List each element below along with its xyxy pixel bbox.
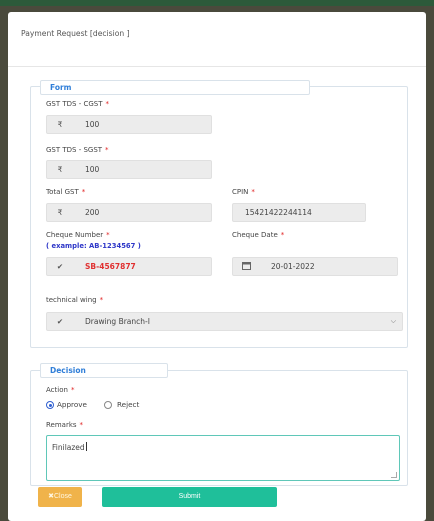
chevron-down-icon: ⌵ xyxy=(390,317,396,325)
gst-cgst-input[interactable]: ₹ 100 xyxy=(46,115,212,134)
cpin-label: CPIN * xyxy=(232,188,255,196)
check-icon: ✔ xyxy=(56,262,64,271)
rupee-icon: ₹ xyxy=(57,165,63,174)
gst-sgst-input[interactable]: ₹ 100 xyxy=(46,160,212,179)
check-icon: ✔ xyxy=(56,317,64,326)
page-backdrop xyxy=(0,0,434,6)
remarks-value: Finilazed xyxy=(52,443,85,452)
action-label: Action * xyxy=(46,386,75,394)
gst-sgst-label: GST TDS - SGST * xyxy=(46,146,109,154)
modal-title: Payment Request [decision ] xyxy=(21,29,130,38)
modal-header-divider xyxy=(8,66,426,67)
technical-wing-select[interactable]: ✔ Drawing Branch-I ⌵ xyxy=(46,312,403,331)
resize-handle[interactable] xyxy=(391,472,397,478)
cheque-date-label: Cheque Date * xyxy=(232,231,285,239)
form-legend: Form xyxy=(40,80,310,95)
close-button[interactable]: ✖Close xyxy=(38,487,82,507)
total-gst-label: Total GST * xyxy=(46,188,86,196)
reject-label: Reject xyxy=(117,400,140,409)
total-gst-input[interactable]: ₹ 200 xyxy=(46,203,212,222)
total-gst-value: 200 xyxy=(85,208,100,217)
gst-sgst-value: 100 xyxy=(85,165,100,174)
cheque-number-label: Cheque Number * xyxy=(46,231,110,239)
cheque-date-value: 20-01-2022 xyxy=(271,262,315,271)
technical-wing-value: Drawing Branch-I xyxy=(85,317,150,326)
remarks-textarea[interactable]: Finilazed xyxy=(46,435,400,481)
cheque-date-input[interactable]: 20-01-2022 xyxy=(232,257,398,276)
cheque-number-input[interactable]: ✔ SB-4567877 xyxy=(46,257,212,276)
approve-radio[interactable] xyxy=(46,401,54,409)
cpin-input[interactable]: 15421422244114 xyxy=(232,203,366,222)
reject-radio[interactable] xyxy=(104,401,112,409)
calendar-icon xyxy=(233,258,259,275)
technical-wing-label: technical wing * xyxy=(46,296,104,304)
cheque-number-hint: ( example: AB-1234567 ) xyxy=(46,242,141,250)
gst-cgst-value: 100 xyxy=(85,120,100,129)
gst-cgst-label: GST TDS - CGST * xyxy=(46,100,109,108)
approve-label: Approve xyxy=(57,400,87,409)
submit-button[interactable]: Submit xyxy=(102,487,277,507)
text-caret xyxy=(85,442,87,451)
cheque-number-value: SB-4567877 xyxy=(85,262,136,271)
remarks-label: Remarks * xyxy=(46,421,84,429)
rupee-icon: ₹ xyxy=(57,208,63,217)
rupee-icon: ₹ xyxy=(57,120,63,129)
cpin-value: 15421422244114 xyxy=(245,208,312,217)
decision-legend: Decision xyxy=(40,363,168,378)
